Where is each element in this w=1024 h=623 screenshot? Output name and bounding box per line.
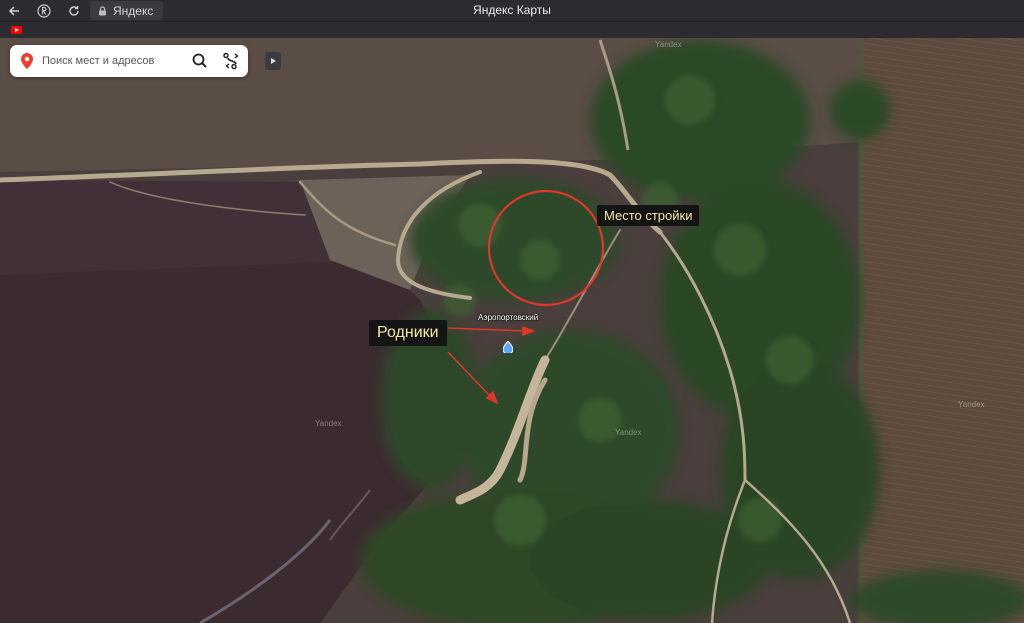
satellite-map[interactable] bbox=[0, 38, 1024, 623]
yandex-y-icon bbox=[37, 3, 51, 18]
reload-button[interactable] bbox=[62, 0, 86, 21]
construction-site-label: Место стройки bbox=[597, 205, 700, 226]
lock-icon bbox=[99, 5, 106, 15]
springs-label: Родники bbox=[369, 320, 447, 346]
browser-titlebar: Яндекс Яндекс Карты bbox=[0, 0, 1024, 21]
address-bar[interactable]: Яндекс bbox=[90, 1, 164, 20]
search-button[interactable] bbox=[190, 51, 210, 71]
yandex-watermark: Yandex bbox=[315, 419, 342, 428]
water-drop-icon[interactable] bbox=[503, 341, 513, 353]
satellite-imagery bbox=[0, 38, 1024, 623]
yandex-watermark: Yandex bbox=[615, 428, 642, 437]
reload-icon bbox=[69, 5, 79, 16]
youtube-icon[interactable] bbox=[11, 26, 22, 34]
poi-label[interactable]: Аэропортовский bbox=[478, 313, 538, 322]
search-box bbox=[10, 45, 248, 77]
map-pin-icon bbox=[21, 53, 33, 69]
bookmarks-bar bbox=[0, 21, 1024, 39]
route-icon bbox=[223, 52, 239, 70]
search-icon bbox=[192, 53, 207, 68]
yandex-watermark: Yandex bbox=[655, 40, 682, 49]
routes-button[interactable] bbox=[222, 51, 242, 71]
yandex-watermark: Yandex bbox=[958, 400, 985, 409]
url-text: Яндекс bbox=[113, 3, 154, 18]
arrow-left-icon bbox=[8, 5, 19, 16]
search-input[interactable] bbox=[42, 51, 192, 71]
collapse-panel-button[interactable] bbox=[265, 52, 281, 70]
yandex-button[interactable] bbox=[32, 0, 56, 21]
back-button[interactable] bbox=[2, 0, 26, 21]
